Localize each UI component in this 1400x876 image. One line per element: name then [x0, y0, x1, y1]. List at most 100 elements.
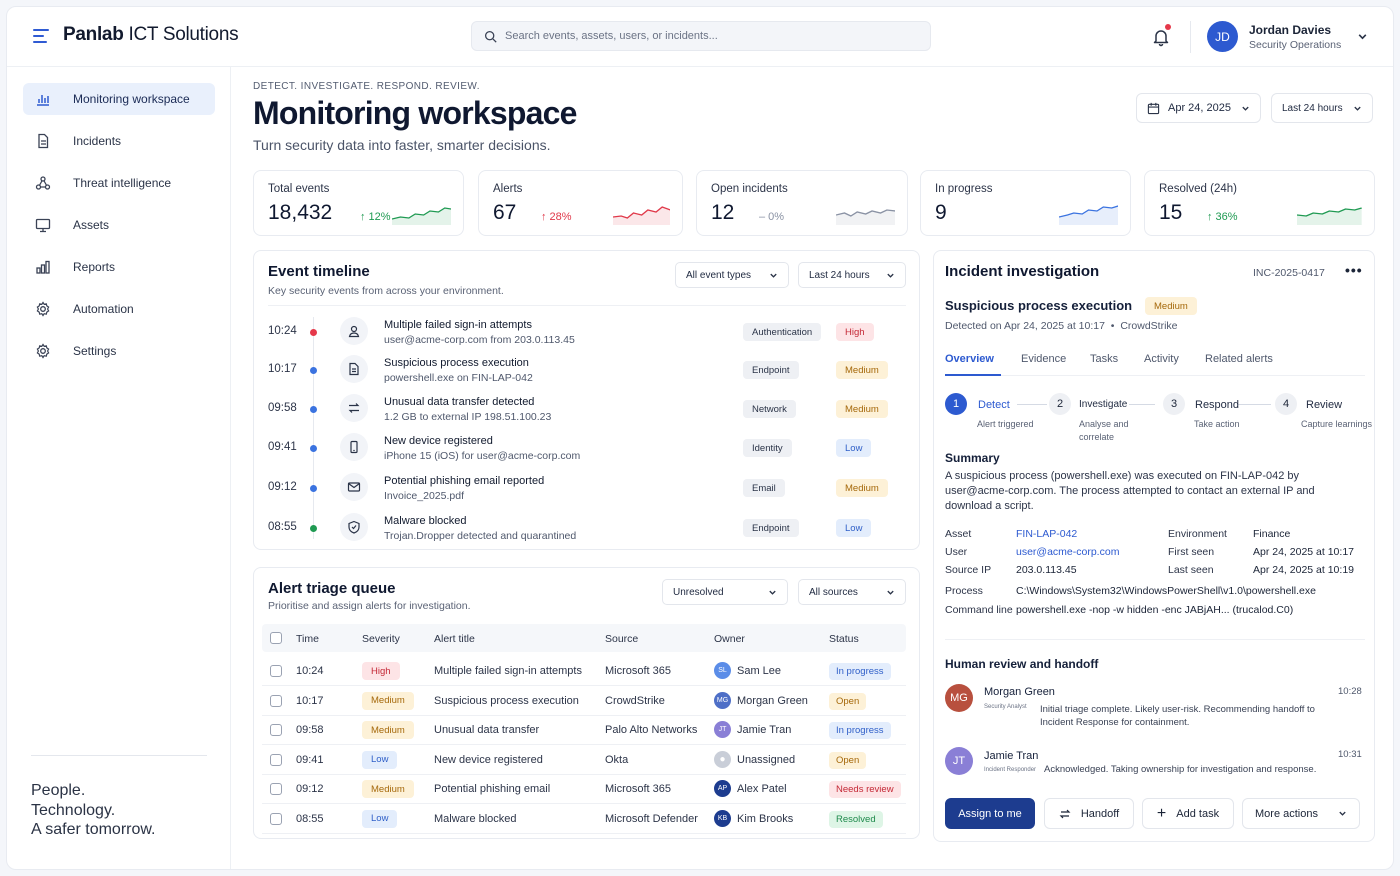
comment-text: Initial triage complete. Likely user-ris…	[1040, 704, 1315, 728]
timeline-item[interactable]: 09:58 Unusual data transfer detected 1.2 G…	[254, 394, 914, 432]
sidebar-item-reports[interactable]: Reports	[23, 251, 215, 283]
row-checkbox[interactable]	[270, 783, 282, 795]
gear-icon	[36, 301, 50, 317]
chevron-down-icon	[770, 273, 777, 278]
tab-overview[interactable]: Overview	[945, 353, 994, 365]
severity-tag: Low	[836, 519, 872, 537]
date-picker[interactable]: Apr 24, 2025	[1136, 93, 1261, 123]
commenter-name: Morgan Green	[984, 686, 1055, 698]
sidebar-item-monitoring[interactable]: Monitoring workspace	[23, 83, 215, 115]
avatar: MG	[714, 691, 731, 709]
sidebar-item-assets[interactable]: Assets	[23, 209, 215, 241]
kpi-card[interactable]: Resolved (24h) 15 ↑ 36%	[1144, 170, 1375, 236]
kpi-label: Open incidents	[711, 183, 788, 195]
detail-value: powershell.exe -nop -w hidden -enc JABjA…	[1016, 604, 1294, 616]
kpi-card[interactable]: In progress 9	[920, 170, 1131, 236]
bar-chart-icon	[37, 95, 49, 106]
event-dot	[310, 525, 317, 532]
tab-tasks[interactable]: Tasks	[1090, 353, 1118, 365]
status-filter[interactable]: Unresolved	[662, 579, 788, 605]
search-input[interactable]	[505, 30, 905, 42]
event-title: Multiple failed sign-in attempts	[384, 319, 532, 331]
alert-title[interactable]: Malware blocked	[434, 813, 517, 825]
more-options-icon[interactable]: •••	[1345, 262, 1363, 278]
asset-link[interactable]: FIN-LAP-042	[1016, 528, 1077, 540]
kpi-card[interactable]: Alerts 67 ↑ 28%	[478, 170, 683, 236]
app-window: Panlab ICT Solutions JD Jordan Davies Se…	[6, 6, 1394, 870]
avatar: SL	[714, 662, 731, 679]
column-header[interactable]: Alert title	[434, 633, 475, 645]
table-row[interactable]: 09:58 Medium Unusual data transfer Palo Alt…	[262, 716, 906, 745]
kpi-delta: ↑ 12%	[360, 211, 391, 223]
filter-value: All event types	[686, 269, 752, 281]
sidebar-item-threat-intelligence[interactable]: Threat intelligence	[23, 167, 215, 199]
alert-title[interactable]: Multiple failed sign-in attempts	[434, 665, 582, 677]
sidebar-item-label: Monitoring workspace	[73, 92, 190, 106]
search-icon	[484, 30, 497, 43]
more-actions-button[interactable]: More actions	[1242, 798, 1360, 829]
alert-title[interactable]: Suspicious process execution	[434, 695, 579, 707]
card-title: Event timeline	[268, 263, 370, 280]
row-checkbox[interactable]	[270, 724, 282, 736]
chevron-down-icon[interactable]	[1357, 31, 1368, 42]
alert-time: 10:17	[296, 694, 324, 707]
user-link[interactable]: user@acme-corp.com	[1016, 546, 1119, 558]
tab-evidence[interactable]: Evidence	[1021, 353, 1066, 365]
kpi-label: Alerts	[493, 183, 523, 195]
sidebar-item-incidents[interactable]: Incidents	[23, 125, 215, 157]
time-range-filter[interactable]: Last 24 hours	[798, 262, 906, 288]
column-header[interactable]: Status	[829, 633, 859, 645]
user-avatar[interactable]: JD	[1207, 21, 1238, 52]
tab-related-alerts[interactable]: Related alerts	[1205, 353, 1273, 365]
row-checkbox[interactable]	[270, 665, 282, 677]
owner-name: Alex Patel	[737, 783, 787, 795]
handoff-button[interactable]: Handoff	[1044, 798, 1134, 829]
table-row[interactable]: 10:24 High Multiple failed sign-in attempt…	[262, 657, 906, 686]
column-header[interactable]: Time	[296, 633, 319, 645]
table-row[interactable]: 09:41 Low New device registered Okta ● Unassi…	[262, 746, 906, 775]
search-bar[interactable]	[471, 21, 931, 51]
select-all-checkbox[interactable]	[270, 632, 282, 644]
event-title: Suspicious process execution	[384, 357, 529, 369]
detail-label: Source IP	[945, 564, 992, 576]
bell-icon[interactable]	[1151, 27, 1171, 47]
table-row[interactable]: 09:12 Medium Potential phishing email Micro…	[262, 775, 906, 804]
timeline-item[interactable]: 09:41 New device registered iPhone 15 (iOS…	[254, 433, 914, 471]
step-connector	[1237, 404, 1271, 405]
chevron-down-icon	[1242, 106, 1249, 111]
column-header[interactable]: Source	[605, 633, 638, 645]
chevron-down-icon	[1354, 106, 1361, 111]
sidebar-item-automation[interactable]: Automation	[23, 293, 215, 325]
incident-name: Suspicious process execution	[945, 298, 1133, 313]
assign-to-me-button[interactable]: Assign to me	[945, 798, 1035, 829]
commenter-name: Jamie Tran	[984, 750, 1039, 762]
alert-source: Microsoft 365	[605, 665, 672, 677]
timeline-item[interactable]: 08:55 Malware blocked Trojan.Dropper detec…	[254, 513, 914, 551]
row-checkbox[interactable]	[270, 753, 282, 766]
range-select[interactable]: Last 24 hours	[1271, 93, 1373, 123]
row-checkbox[interactable]	[270, 694, 282, 707]
table-row[interactable]: 08:55 Low Malware blocked Microsoft Defende…	[262, 805, 906, 834]
column-header[interactable]: Owner	[714, 633, 745, 645]
alert-title[interactable]: New device registered	[434, 754, 543, 766]
row-checkbox[interactable]	[270, 812, 282, 825]
sidebar-item-settings[interactable]: Settings	[23, 335, 215, 367]
column-header[interactable]: Severity	[362, 633, 400, 645]
owner-name: Morgan Green	[737, 694, 808, 707]
timeline-item[interactable]: 10:24 Multiple failed sign-in attempts use…	[254, 317, 914, 355]
kpi-card[interactable]: Total events 18,432 ↑ 12%	[253, 170, 464, 236]
alert-title[interactable]: Unusual data transfer	[434, 724, 539, 736]
event-type-filter[interactable]: All event types	[675, 262, 789, 288]
menu-icon[interactable]	[33, 29, 49, 43]
add-task-button[interactable]: + Add task	[1142, 798, 1234, 829]
tab-activity[interactable]: Activity	[1144, 353, 1179, 365]
alert-title[interactable]: Potential phishing email	[434, 783, 550, 795]
severity-tag: Low	[836, 439, 872, 457]
table-row[interactable]: 10:17 Medium Suspicious process execution C…	[262, 687, 906, 716]
source-filter[interactable]: All sources	[798, 579, 906, 605]
kpi-card[interactable]: Open incidents 12 – 0%	[696, 170, 908, 236]
timeline-item[interactable]: 10:17 Suspicious process execution powersh…	[254, 355, 914, 393]
document-icon	[38, 133, 49, 149]
timeline-item[interactable]: 09:12 Potential phishing email reported In…	[254, 473, 914, 511]
step-2-sub: Analyse and correlate	[1079, 419, 1129, 442]
